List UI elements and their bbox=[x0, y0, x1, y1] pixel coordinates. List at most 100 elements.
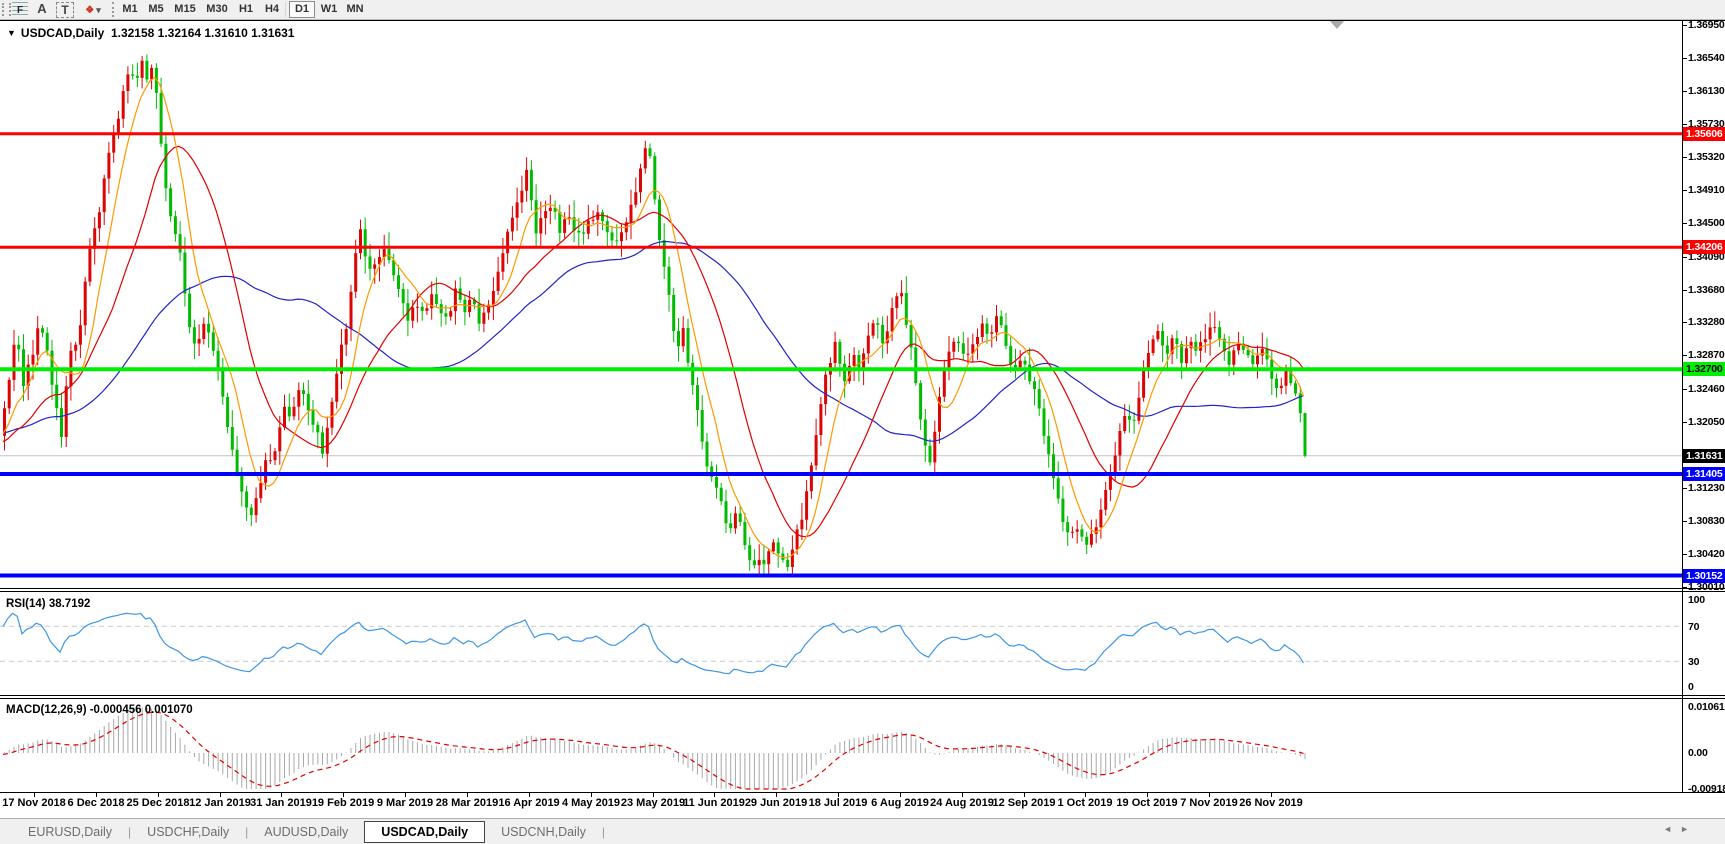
date-label: 6 Dec 2018 bbox=[68, 797, 125, 809]
down-candles bbox=[17, 61, 1306, 567]
toolbar-drag-handle[interactable] bbox=[2, 3, 11, 16]
timeframe-button-m30[interactable]: M30 bbox=[202, 1, 232, 18]
rsi-panel[interactable] bbox=[0, 592, 1682, 695]
timeframe-button-m1[interactable]: M1 bbox=[118, 1, 142, 18]
ma-fast-line bbox=[3, 78, 1304, 558]
date-label: 28 Mar 2019 bbox=[436, 797, 498, 809]
date-label: 12 Jan 2019 bbox=[189, 797, 251, 809]
tab-eurusd-daily[interactable]: EURUSD,Daily bbox=[12, 822, 128, 842]
chart-window[interactable]: ▼USDCAD,Daily 1.32158 1.32164 1.31610 1.… bbox=[0, 20, 1725, 818]
rsi-line bbox=[3, 613, 1304, 673]
tab-scroll-nav: ◄► bbox=[1663, 824, 1697, 834]
date-label: 29 Jun 2019 bbox=[745, 797, 807, 809]
chart-tabs: EURUSD,Daily|USDCHF,Daily|AUDUSD,DailyUS… bbox=[0, 819, 1725, 843]
date-label: 31 Jan 2019 bbox=[250, 797, 312, 809]
price-tick-label: 1.33680 bbox=[1688, 284, 1725, 296]
price-tick-mark bbox=[1683, 25, 1687, 26]
price-tick-label: 1.30420 bbox=[1688, 548, 1725, 560]
price-tick-mark bbox=[1683, 190, 1687, 191]
price-tick-mark bbox=[1683, 257, 1687, 258]
timeframe-button-m15[interactable]: M15 bbox=[170, 1, 200, 18]
tab-usdcnh-daily[interactable]: USDCNH,Daily bbox=[485, 822, 602, 842]
arrow-style-glyph: ❖ bbox=[85, 5, 94, 16]
timeframe-button-h1[interactable]: H1 bbox=[234, 1, 258, 18]
level-price-tag: 1.34206 bbox=[1683, 240, 1725, 254]
macd-scale-label: 0.00 bbox=[1688, 747, 1708, 759]
rsi-scale-label: 70 bbox=[1688, 621, 1699, 633]
text-icon[interactable]: A bbox=[34, 1, 50, 17]
level-price-tag: 1.35606 bbox=[1683, 127, 1725, 141]
price-tick-mark bbox=[1683, 389, 1687, 390]
date-label: 26 Nov 2019 bbox=[1239, 797, 1303, 809]
rsi-indicator-label: RSI(14) 38.7192 bbox=[6, 598, 90, 610]
price-tick-label: 1.36950 bbox=[1688, 19, 1725, 31]
date-label: 6 Aug 2019 bbox=[871, 797, 929, 809]
macd-scale-label: 0.010615 bbox=[1688, 701, 1725, 713]
chart-symbol-label: USDCAD,Daily bbox=[21, 26, 104, 40]
price-tick-label: 1.32870 bbox=[1688, 349, 1725, 361]
symbol-dropdown-icon[interactable]: ▼ bbox=[7, 28, 21, 38]
time-axis[interactable]: 17 Nov 20186 Dec 201825 Dec 201812 Jan 2… bbox=[0, 793, 1682, 818]
toolbar-separator bbox=[112, 2, 114, 17]
chart-shift-marker-icon[interactable] bbox=[1330, 21, 1344, 29]
up-candles bbox=[3, 61, 1288, 567]
level-price-tag: 1.31405 bbox=[1683, 467, 1725, 481]
fibonacci-icon[interactable]: F bbox=[12, 1, 28, 17]
tab-usdchf-daily[interactable]: USDCHF,Daily bbox=[131, 822, 245, 842]
level-price-tag: 1.30152 bbox=[1683, 569, 1725, 583]
rsi-macd-separator[interactable] bbox=[0, 695, 1725, 696]
date-label: 4 May 2019 bbox=[562, 797, 620, 809]
main-price-chart[interactable] bbox=[0, 21, 1682, 588]
date-label: 1 Oct 2019 bbox=[1057, 797, 1112, 809]
toolbar-group-separator bbox=[285, 2, 286, 17]
price-tick-label: 1.32460 bbox=[1688, 383, 1725, 395]
chart-ohlc-values: 1.32158 1.32164 1.31610 1.31631 bbox=[111, 26, 295, 40]
price-tick-label: 1.35320 bbox=[1688, 151, 1725, 163]
tabs-scroll-right-icon[interactable]: ► bbox=[1680, 824, 1697, 834]
price-tick-label: 1.34910 bbox=[1688, 184, 1725, 196]
price-tick-mark bbox=[1683, 422, 1687, 423]
date-label: 7 Nov 2019 bbox=[1180, 797, 1237, 809]
main-rsi-separator[interactable] bbox=[0, 588, 1725, 589]
price-tick-mark bbox=[1683, 521, 1687, 522]
date-label: 18 Jul 2019 bbox=[809, 797, 868, 809]
tabs-scroll-left-icon[interactable]: ◄ bbox=[1663, 824, 1680, 834]
text-label-icon[interactable]: T bbox=[56, 2, 74, 18]
timeframe-button-d1[interactable]: D1 bbox=[289, 1, 315, 18]
price-tick-label: 1.33280 bbox=[1688, 316, 1725, 328]
date-label: 17 Nov 2018 bbox=[2, 797, 66, 809]
tab-separator: | bbox=[602, 825, 605, 839]
tab-audusd-daily[interactable]: AUDUSD,Daily bbox=[248, 822, 364, 842]
date-label: 12 Sep 2019 bbox=[993, 797, 1056, 809]
chevron-down-icon[interactable]: ▾ bbox=[94, 5, 101, 15]
price-tick-mark bbox=[1683, 355, 1687, 356]
timeframe-button-h4[interactable]: H4 bbox=[260, 1, 284, 18]
macd-scale-label: -0.009181 bbox=[1688, 783, 1725, 795]
price-tick-label: 1.32050 bbox=[1688, 416, 1725, 428]
price-tick-mark bbox=[1683, 91, 1687, 92]
trading-terminal: F A T ❖▾ M1M5M15M30H1H4D1W1MN ▼USDCAD,Da… bbox=[0, 0, 1725, 844]
current-price-tag: 1.31631 bbox=[1683, 449, 1725, 463]
macd-histogram bbox=[5, 707, 1306, 789]
price-tick-label: 1.36540 bbox=[1688, 52, 1725, 64]
price-tick-label: 1.36130 bbox=[1688, 85, 1725, 97]
price-tick-mark bbox=[1683, 58, 1687, 59]
tab-usdcad-daily[interactable]: USDCAD,Daily bbox=[364, 821, 485, 843]
price-tick-mark bbox=[1683, 322, 1687, 323]
rsi-scale-label: 30 bbox=[1688, 656, 1699, 668]
chart-tab-bar: EURUSD,Daily|USDCHF,Daily|AUDUSD,DailyUS… bbox=[0, 818, 1725, 844]
price-tick-label: 1.30830 bbox=[1688, 515, 1725, 527]
price-tick-label: 1.31230 bbox=[1688, 482, 1725, 494]
macd-panel[interactable] bbox=[0, 699, 1682, 792]
timeframe-button-w1[interactable]: W1 bbox=[317, 1, 341, 18]
timeframe-button-mn[interactable]: MN bbox=[343, 1, 367, 18]
price-tick-mark bbox=[1683, 290, 1687, 291]
price-tick-mark bbox=[1683, 488, 1687, 489]
arrows-style-icon[interactable]: ❖▾ bbox=[78, 1, 108, 17]
rsi-scale-label: 0 bbox=[1688, 681, 1694, 693]
timeframe-button-m5[interactable]: M5 bbox=[144, 1, 168, 18]
date-label: 23 May 2019 bbox=[621, 797, 685, 809]
price-tick-mark bbox=[1683, 124, 1687, 125]
date-label: 19 Oct 2019 bbox=[1116, 797, 1177, 809]
price-tick-mark bbox=[1683, 554, 1687, 555]
